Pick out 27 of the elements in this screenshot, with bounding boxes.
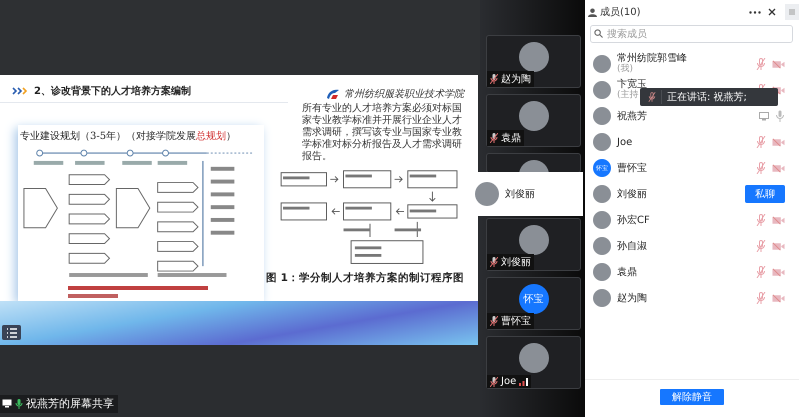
participant-name: Joe xyxy=(501,376,516,387)
participant-name: 赵为陶 xyxy=(501,72,531,86)
member-name: 赵为陶 xyxy=(617,292,647,304)
member-name: 袁鼎 xyxy=(617,266,637,278)
panel-title: 成员(10) xyxy=(600,6,641,19)
member-name: 刘俊丽 xyxy=(617,188,647,200)
speaking-text: 正在讲话: 祝燕芳; xyxy=(667,90,747,104)
share-label-text: 祝燕芳的屏幕共享 xyxy=(26,396,114,411)
member-role: (我) xyxy=(617,64,634,75)
member-name: 卞宽玉 xyxy=(617,79,647,90)
member-role: (主持 xyxy=(617,90,640,101)
avatar-circle: 怀宝 xyxy=(518,284,548,314)
participant-name: 曹怀宝 xyxy=(501,314,531,328)
member-name: 常州纺院郭雪峰 xyxy=(617,53,687,64)
member-name: 孙自淑 xyxy=(617,240,647,252)
participant-name: 刘俊丽 xyxy=(501,256,531,269)
member-name: 曹怀宝 xyxy=(617,162,647,174)
member-name: 祝燕芳 xyxy=(617,110,647,122)
participant-name: 袁鼎 xyxy=(501,132,521,145)
plan-title: 专业建设规划（3-5年）（对接学院发展总规划） xyxy=(20,130,236,143)
figure-caption: 图 1：学分制人才培养方案的制订程序图 xyxy=(266,271,464,285)
slide-paragraph: 所有专业的人才培养方案必须对标国家专业教学标准并开展行业企业人才需求调研，撰写该专业与国家专业教学标准对标分析报告及人才需求调研报告。 xyxy=(302,103,463,163)
participant-name: 刘俊丽 xyxy=(505,188,535,201)
member-name: 孙宏CF xyxy=(617,214,650,226)
school-name: 常州纺织服装职业技术学院 xyxy=(344,88,464,101)
member-name: Joe xyxy=(617,136,632,148)
slide-section-title: 2、诊改背景下的人才培养方案编制 xyxy=(34,84,191,98)
